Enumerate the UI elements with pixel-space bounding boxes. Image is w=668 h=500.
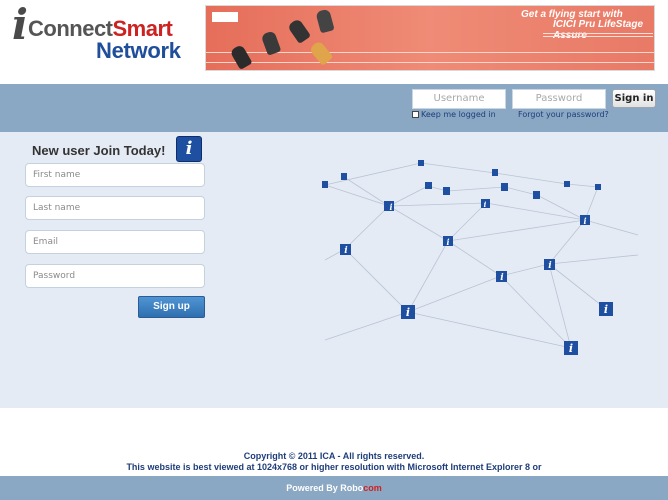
node-i-glyph: i bbox=[484, 200, 487, 209]
resolution-note: This website is best viewed at 1024x768 … bbox=[126, 462, 542, 472]
keep-logged-in-checkbox[interactable]: Keep me logged in bbox=[412, 110, 496, 119]
node-i-glyph: i bbox=[344, 246, 348, 256]
network-node-icon bbox=[595, 184, 601, 190]
checkbox-box[interactable] bbox=[412, 111, 419, 118]
footer-bar: Powered By Robocom bbox=[0, 476, 668, 500]
banner-badge bbox=[212, 12, 238, 22]
login-password-input[interactable]: Password bbox=[512, 89, 606, 109]
banner-track-line bbox=[206, 62, 654, 63]
info-i-icon: i bbox=[176, 136, 202, 162]
node-i-glyph: i bbox=[406, 306, 410, 319]
network-node-icon bbox=[425, 182, 432, 189]
sign-up-button[interactable]: Sign up bbox=[138, 296, 205, 318]
node-i-glyph: i bbox=[604, 303, 608, 316]
network-node-icon bbox=[564, 181, 570, 187]
signup-title: New user Join Today! bbox=[32, 143, 166, 158]
forgot-password-link[interactable]: Forgot your password? bbox=[518, 110, 609, 119]
network-node-icon bbox=[501, 183, 508, 191]
copyright-notice: Copyright © 2011 ICA - All rights reserv… bbox=[0, 451, 668, 473]
logo-i-mark: i bbox=[12, 0, 28, 49]
sign-in-button[interactable]: Sign in bbox=[612, 89, 656, 108]
powered-by-label: Powered By bbox=[286, 483, 338, 493]
network-links bbox=[324, 162, 638, 349]
network-node-icon bbox=[341, 173, 347, 180]
node-i-glyph: i bbox=[500, 273, 504, 283]
banner-runner-figure bbox=[315, 8, 335, 34]
robocom-link[interactable]: Robocom bbox=[340, 483, 382, 493]
last-name-input[interactable]: Last name bbox=[25, 196, 205, 220]
copyright-text: Copyright © 2011 ICA - All rights reserv… bbox=[243, 451, 425, 461]
node-i-glyph: i bbox=[446, 237, 449, 247]
banner-runner-figure bbox=[229, 43, 253, 70]
advert-banner[interactable]: Get a flying start with ICICI Pru LifeSt… bbox=[205, 5, 655, 71]
banner-fine-print bbox=[543, 33, 653, 37]
banner-product-name: ICICI Pru LifeStage Assure bbox=[553, 19, 644, 41]
node-i-glyph: i bbox=[548, 261, 552, 271]
network-node-icon bbox=[443, 187, 450, 195]
username-input[interactable]: Username bbox=[412, 89, 506, 109]
network-node-icon bbox=[418, 160, 424, 166]
network-node-icon bbox=[533, 191, 540, 199]
first-name-input[interactable]: First name bbox=[25, 163, 205, 187]
network-illustration: i i i i i i i i i i bbox=[322, 160, 638, 355]
node-i-glyph: i bbox=[389, 202, 392, 212]
network-node-glyphs: i i i i i i i i i i bbox=[344, 200, 608, 355]
email-input[interactable]: Email bbox=[25, 230, 205, 254]
connectsmart-logo[interactable]: i ConnectSmart Network bbox=[10, 4, 185, 64]
node-i-glyph: i bbox=[569, 342, 573, 355]
brand-robo-text: Robo bbox=[340, 483, 364, 493]
signup-password-input[interactable]: Password bbox=[25, 264, 205, 288]
network-node-icon bbox=[322, 181, 328, 188]
node-i-glyph: i bbox=[583, 216, 586, 226]
brand-com-text: com bbox=[363, 483, 382, 493]
network-node-icon bbox=[492, 169, 498, 176]
banner-runner-figure bbox=[286, 17, 312, 45]
keep-logged-in-label: Keep me logged in bbox=[421, 110, 496, 119]
logo-network-text: Network bbox=[96, 38, 181, 63]
